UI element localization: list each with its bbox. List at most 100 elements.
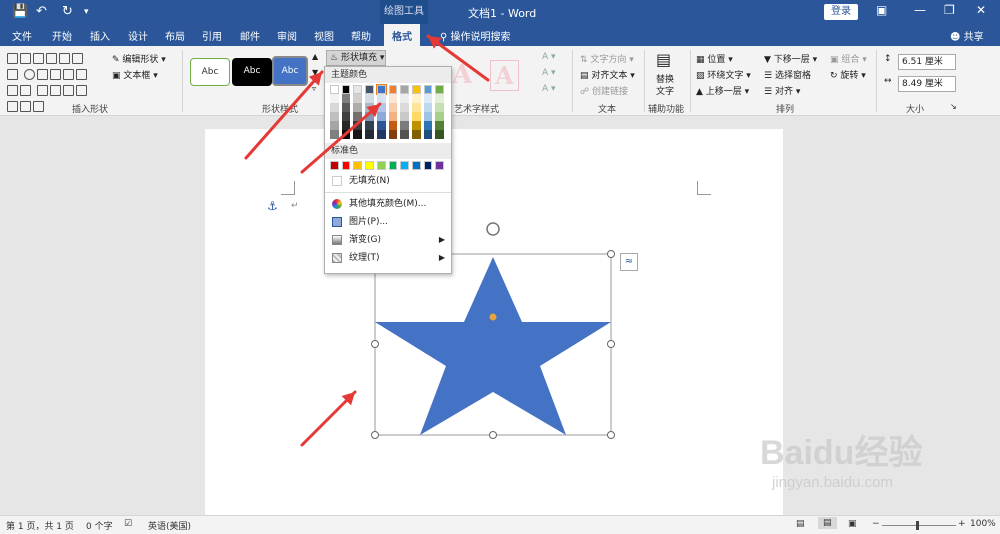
gradient-item[interactable]: 渐变(G) ▶ xyxy=(325,231,451,249)
text-direction-button[interactable]: ⇅ 文字方向 ▾ xyxy=(580,52,634,65)
restore-icon[interactable]: ❐ xyxy=(944,3,955,17)
page-count[interactable]: 第 1 页，共 1 页 xyxy=(6,519,74,532)
send-backward-button[interactable]: ▼ 下移一层 ▾ xyxy=(764,52,817,65)
style-scroll-down-icon[interactable]: ▼ xyxy=(312,68,318,77)
height-input[interactable]: 6.51 厘米 xyxy=(898,54,956,70)
tab-design[interactable]: 设计 xyxy=(128,28,148,43)
theme-color-swatch[interactable] xyxy=(341,85,351,94)
theme-color-swatch[interactable] xyxy=(375,84,387,95)
wrap-text-button[interactable]: ▨ 环绕文字 ▾ xyxy=(696,68,751,81)
theme-color-swatch[interactable] xyxy=(388,85,398,94)
theme-color-swatch[interactable] xyxy=(435,85,445,94)
shape-style-blue[interactable]: Abc xyxy=(272,56,308,86)
theme-tint-swatch[interactable] xyxy=(330,112,339,121)
theme-tint-swatch[interactable] xyxy=(411,103,421,112)
alt-text-icon[interactable]: ▤ xyxy=(656,50,671,69)
theme-color-swatch[interactable] xyxy=(411,85,421,94)
theme-tint-swatch[interactable] xyxy=(341,121,351,130)
text-fill-icon[interactable]: A ▾ xyxy=(542,52,556,62)
theme-tint-swatch[interactable] xyxy=(411,130,421,139)
tab-review[interactable]: 审阅 xyxy=(277,28,297,43)
print-layout-icon[interactable]: ▤ xyxy=(818,517,837,529)
theme-tint-swatch[interactable] xyxy=(423,103,433,112)
layout-options-icon[interactable]: ≈ xyxy=(620,253,638,271)
theme-tint-swatch[interactable] xyxy=(400,112,409,121)
more-colors-item[interactable]: 其他填充颜色(M)... xyxy=(325,195,451,213)
tab-help[interactable]: 帮助 xyxy=(351,28,371,43)
theme-tint-swatch[interactable] xyxy=(365,94,374,103)
tab-format[interactable]: 格式 xyxy=(384,24,420,46)
text-box-button[interactable]: ▣ 文本框 ▾ xyxy=(112,68,158,81)
shape-style-black[interactable]: Abc xyxy=(232,58,272,86)
theme-tint-swatch[interactable] xyxy=(411,112,421,121)
shapes-gallery[interactable] xyxy=(6,52,96,112)
zoom-slider-thumb[interactable] xyxy=(916,521,919,530)
theme-tint-swatch[interactable] xyxy=(388,121,398,130)
theme-color-swatch[interactable] xyxy=(330,85,339,94)
minimize-icon[interactable]: — xyxy=(914,3,926,17)
theme-tint-swatch[interactable] xyxy=(435,112,445,121)
theme-tint-swatch[interactable] xyxy=(341,94,351,103)
selection-pane-button[interactable]: ☰ 选择窗格 xyxy=(764,68,811,81)
align-text-button[interactable]: ▤ 对齐文本 ▾ xyxy=(580,68,635,81)
web-layout-icon[interactable]: ▣ xyxy=(848,519,857,529)
theme-tint-swatch[interactable] xyxy=(376,94,386,103)
tab-mailings[interactable]: 邮件 xyxy=(240,28,260,43)
theme-tint-swatch[interactable] xyxy=(353,121,363,130)
texture-item[interactable]: 纹理(T) ▶ xyxy=(325,249,451,267)
standard-color-swatch[interactable] xyxy=(388,161,398,170)
theme-tint-swatch[interactable] xyxy=(365,130,374,139)
theme-tint-swatch[interactable] xyxy=(400,94,409,103)
close-icon[interactable]: ✕ xyxy=(976,3,986,17)
tell-me-search[interactable]: ⚲ 操作说明搜索 xyxy=(440,28,511,43)
wordart-sample-1[interactable]: A xyxy=(452,60,472,90)
standard-color-swatch[interactable] xyxy=(435,161,445,170)
theme-tint-swatch[interactable] xyxy=(330,121,339,130)
theme-tint-swatch[interactable] xyxy=(423,112,433,121)
theme-tint-swatch[interactable] xyxy=(330,94,339,103)
theme-tint-swatch[interactable] xyxy=(341,112,351,121)
tab-insert[interactable]: 插入 xyxy=(90,28,110,43)
theme-tint-swatch[interactable] xyxy=(376,121,386,130)
theme-tint-swatch[interactable] xyxy=(353,103,363,112)
theme-tint-swatch[interactable] xyxy=(388,112,398,121)
undo-icon[interactable]: ↶ xyxy=(36,4,47,19)
theme-tint-swatch[interactable] xyxy=(341,130,351,139)
theme-tint-swatch[interactable] xyxy=(411,94,421,103)
picture-item[interactable]: 图片(P)... xyxy=(325,213,451,231)
theme-tint-swatch[interactable] xyxy=(423,94,433,103)
theme-color-swatch[interactable] xyxy=(423,85,433,94)
theme-tint-swatch[interactable] xyxy=(388,94,398,103)
size-dialog-launcher-icon[interactable]: ↘ xyxy=(950,102,957,111)
rotate-button[interactable]: ↻ 旋转 ▾ xyxy=(830,68,866,81)
theme-tint-swatch[interactable] xyxy=(376,130,386,139)
theme-tint-swatch[interactable] xyxy=(330,130,339,139)
theme-tint-swatch[interactable] xyxy=(435,103,445,112)
theme-tint-swatch[interactable] xyxy=(400,130,409,139)
shape-fill-button[interactable]: ♨ 形状填充 ▾ xyxy=(326,50,386,66)
tab-references[interactable]: 引用 xyxy=(202,28,222,43)
language-status[interactable]: 英语(美国) xyxy=(148,519,191,532)
width-input[interactable]: 8.49 厘米 xyxy=(898,76,956,92)
shape-style-outline[interactable]: Abc xyxy=(190,58,230,86)
theme-tint-swatch[interactable] xyxy=(365,121,374,130)
share-button[interactable]: ☻ 共享 xyxy=(950,28,984,43)
theme-tint-swatch[interactable] xyxy=(435,94,445,103)
theme-tint-swatch[interactable] xyxy=(423,130,433,139)
word-count[interactable]: 0 个字 xyxy=(86,519,113,532)
tab-layout[interactable]: 布局 xyxy=(165,28,185,43)
bring-forward-button[interactable]: ▲ 上移一层 ▾ xyxy=(696,84,749,97)
theme-color-swatch[interactable] xyxy=(365,85,374,94)
login-button[interactable]: 登录 xyxy=(824,4,858,20)
tab-home[interactable]: 开始 xyxy=(52,28,72,43)
style-scroll-up-icon[interactable]: ▲ xyxy=(312,52,318,61)
alt-text-label-2[interactable]: 文字 xyxy=(656,84,674,97)
redo-icon[interactable]: ↻ xyxy=(62,4,73,19)
theme-tint-swatch[interactable] xyxy=(365,112,374,121)
align-button[interactable]: ☰ 对齐 ▾ xyxy=(764,84,800,97)
theme-tint-swatch[interactable] xyxy=(376,103,386,112)
standard-color-swatch[interactable] xyxy=(330,161,339,170)
standard-color-swatch[interactable] xyxy=(365,161,374,170)
theme-tint-swatch[interactable] xyxy=(435,121,445,130)
standard-color-swatch[interactable] xyxy=(400,161,409,170)
